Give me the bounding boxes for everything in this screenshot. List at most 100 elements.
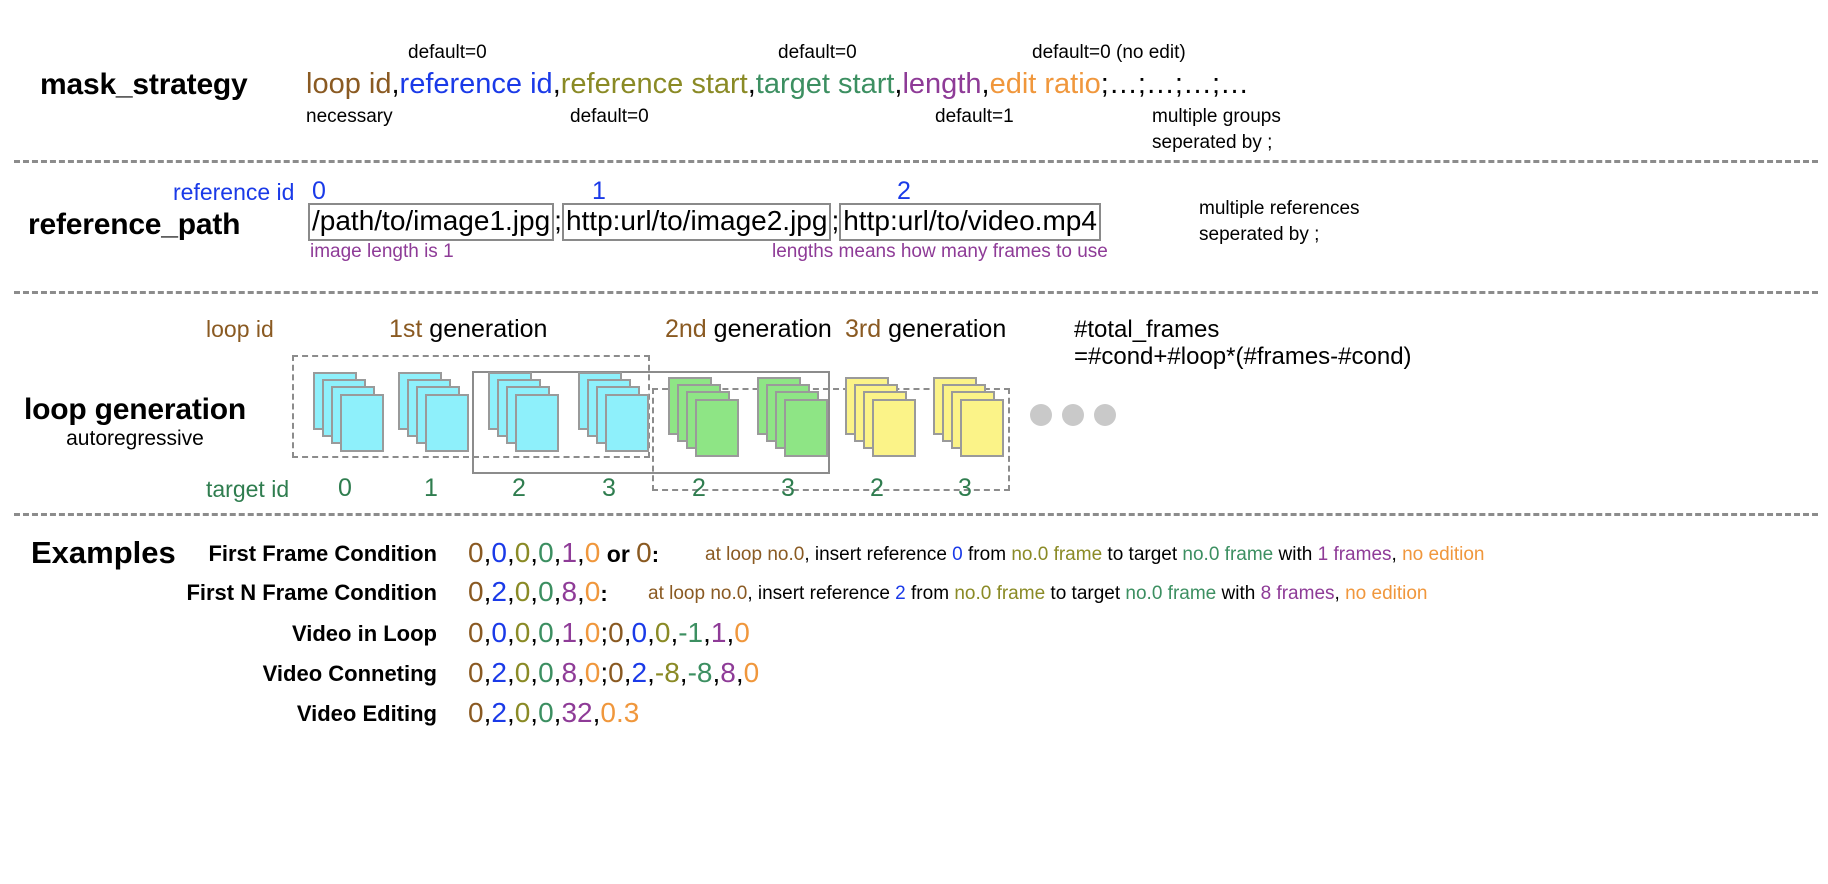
code-token: 2	[631, 657, 648, 688]
generation-ordinal-2: 2nd	[665, 315, 707, 343]
code-token: at loop	[705, 544, 768, 565]
code-token: 0	[514, 617, 531, 648]
target-id-caption: target id	[206, 476, 290, 502]
code-token: ;	[600, 617, 609, 648]
code-token: from	[962, 544, 1012, 565]
code-token: no.0	[767, 544, 805, 565]
frame-stack-7	[933, 377, 1007, 459]
code-token: 0	[468, 697, 484, 728]
code-token: ,	[703, 617, 711, 648]
target-id-7: 3	[958, 474, 972, 502]
code-token: -8	[654, 657, 680, 688]
note-default-reference-start: default=0	[570, 106, 649, 127]
code-token: ,	[647, 617, 655, 648]
target-id-5: 3	[781, 474, 795, 502]
note-default-reference-id: default=0	[408, 42, 487, 63]
note-necessary: necessary	[306, 106, 393, 127]
frame-stack-5	[757, 377, 831, 459]
example-name-2: Video in Loop	[291, 621, 437, 646]
ellipsis-dot-3	[1094, 404, 1116, 426]
code-token: 0	[538, 657, 554, 688]
code-token: 0	[584, 657, 601, 688]
code-token: ,	[530, 576, 539, 607]
code-token: with	[1273, 544, 1318, 565]
code-token: 1	[561, 537, 578, 568]
code-colon: :	[600, 581, 608, 606]
reference-id-caption: reference id	[173, 179, 295, 205]
code-token: ,	[530, 617, 539, 648]
divider-3	[14, 513, 1818, 516]
path-separator-1: ;	[554, 205, 562, 236]
code-token: 2	[491, 576, 507, 607]
code-token: ,	[530, 657, 539, 688]
target-id-6: 2	[870, 474, 884, 502]
field-reference-id: reference id	[399, 68, 553, 100]
code-token: 0	[631, 617, 648, 648]
code-token: 2	[491, 657, 507, 688]
code-token: 0	[538, 537, 554, 568]
code-token: no edition	[1345, 583, 1428, 604]
field-target-start: target start	[755, 68, 895, 100]
code-token: insert reference	[814, 544, 953, 565]
reference-path-box-0[interactable]: /path/to/image1.jpg	[308, 203, 555, 242]
code-token: 0.3	[600, 697, 640, 728]
example-name-3: Video Conneting	[262, 661, 437, 686]
code-token: ,	[506, 617, 515, 648]
code-token: to target	[1102, 544, 1183, 565]
code-token: ,	[530, 697, 539, 728]
code-token: no.0 frame	[1125, 583, 1217, 604]
code-token: no edition	[1402, 544, 1485, 565]
target-id-1: 1	[424, 474, 438, 502]
divider-1	[14, 160, 1818, 163]
reference-id-1: 1	[592, 177, 606, 205]
code-token: from	[905, 583, 955, 604]
code-token: ,	[577, 576, 585, 607]
ellipsis-dot-1	[1030, 404, 1052, 426]
code-token: ,	[577, 617, 585, 648]
code-token: ,	[647, 657, 655, 688]
code-token: 0	[514, 657, 531, 688]
field-length: length	[902, 68, 982, 100]
example-desc-0: at loop no.0, insert reference 0 from no…	[705, 544, 1485, 566]
code-token: with	[1216, 583, 1261, 604]
code-token: 0	[538, 617, 554, 648]
frame-stack-3	[578, 372, 652, 454]
code-token: ,	[577, 657, 585, 688]
note-references-seperated: seperated by ;	[1199, 224, 1320, 245]
code-token: 0	[468, 576, 484, 607]
code-token: 0	[584, 576, 601, 607]
code-token: 2	[895, 583, 906, 604]
code-token: 0	[743, 657, 760, 688]
code-colon: :	[651, 542, 660, 567]
example-name-1: First N Frame Condition	[186, 580, 437, 605]
note-multiple-references: multiple references	[1199, 198, 1360, 219]
note-image-length: image length is 1	[310, 241, 454, 262]
generation-ordinal-1: 1st	[389, 315, 423, 343]
example-code-2: 0,0,0,0,1,0;0,0,0,-1,1,0	[468, 617, 750, 649]
code-token: ,	[530, 537, 539, 568]
reference-id-2: 2	[897, 177, 911, 205]
frame-stack-4	[668, 377, 742, 459]
code-token: insert reference	[757, 583, 896, 604]
code-token: no.0	[710, 583, 748, 604]
code-token: 8 frames	[1260, 583, 1335, 604]
target-id-3: 3	[602, 474, 616, 502]
divider-2	[14, 291, 1818, 294]
reference-path-box-1[interactable]: http:url/to/image2.jpg	[561, 203, 832, 242]
code-token: ,	[679, 657, 688, 688]
code-token: ,	[623, 657, 632, 688]
formula-line-2: =#cond+#loop*(#frames-#cond)	[1074, 343, 1412, 370]
reference-path-box-2[interactable]: http:url/to/video.mp4	[839, 203, 1101, 242]
frame-stack-2	[488, 372, 562, 454]
loop-generation-sublabel: autoregressive	[66, 427, 204, 450]
code-token: 0	[734, 617, 750, 648]
note-default-length: default=1	[935, 106, 1014, 127]
example-name-0: First Frame Condition	[208, 541, 437, 566]
example-code-0: 0,0,0,0,1,0 or 0:	[468, 537, 659, 569]
field-reference-start: reference start	[560, 68, 748, 100]
code-token: 32	[561, 697, 593, 728]
code-token: 0	[538, 697, 554, 728]
code-token: 8	[720, 657, 736, 688]
code-token: ,	[735, 657, 744, 688]
code-token: 0	[468, 537, 484, 568]
